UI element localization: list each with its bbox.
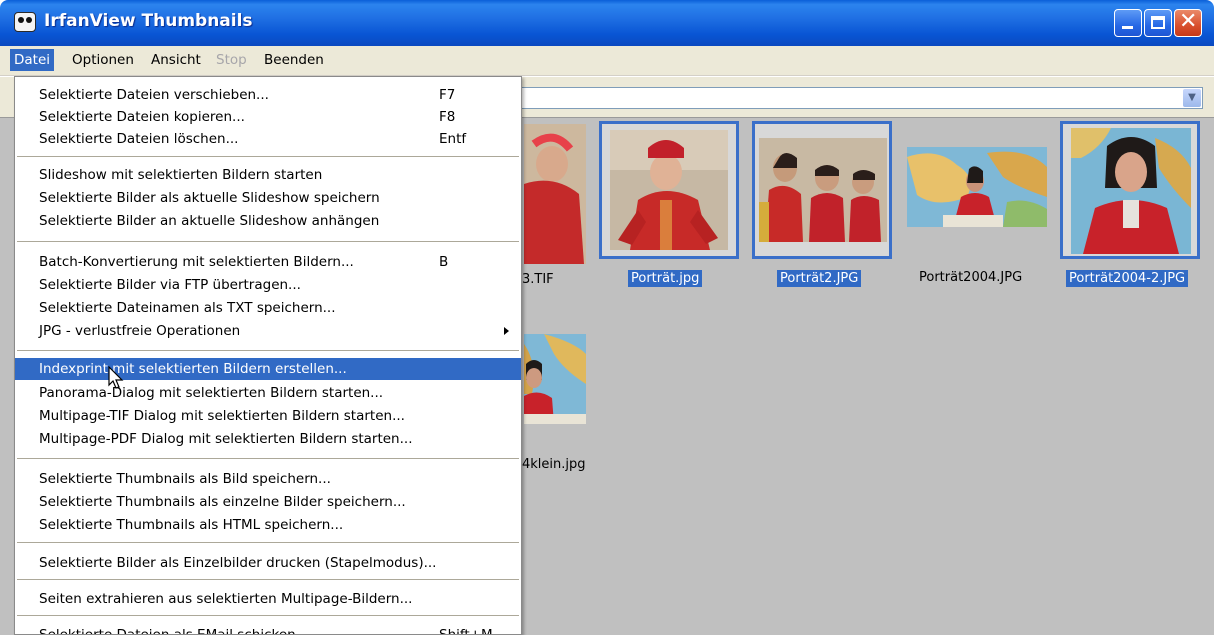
menu-item-multipage-tif[interactable]: Multipage-TIF Dialog mit selektierten Bi… — [15, 405, 521, 427]
menu-item-label: Seiten extrahieren aus selektierten Mult… — [39, 591, 413, 607]
menu-item-jpg-lossless[interactable]: JPG - verlustfreie Operationen — [15, 320, 521, 342]
submenu-arrow-icon — [504, 327, 509, 335]
menu-item-move-files[interactable]: Selektierte Dateien verschieben... F7 — [15, 84, 521, 106]
menu-item-ftp-upload[interactable]: Selektierte Bilder via FTP übertragen... — [15, 274, 521, 296]
minimize-icon — [1122, 26, 1133, 29]
menu-ansicht[interactable]: Ansicht — [151, 52, 201, 68]
datei-dropdown-menu: Selektierte Dateien verschieben... F7 Se… — [14, 76, 522, 635]
thumbnail-caption: Porträt2004-2.JPG — [1066, 270, 1189, 287]
folder-path-combobox[interactable]: ▼ — [519, 87, 1203, 109]
menu-item-send-email[interactable]: Selektierte Dateien als EMail schicken S… — [15, 624, 521, 635]
thumbnail-item[interactable] — [599, 121, 739, 259]
menu-item-label: Selektierte Dateien verschieben... — [39, 87, 269, 103]
menu-item-label: Selektierte Bilder als Einzelbilder druc… — [39, 555, 437, 571]
menu-item-print-batch[interactable]: Selektierte Bilder als Einzelbilder druc… — [15, 552, 521, 574]
menu-separator — [17, 615, 519, 617]
thumbnail-item[interactable] — [905, 121, 1047, 259]
thumbnail-caption: Porträt2.JPG — [777, 270, 862, 287]
window-title: IrfanView Thumbnails — [44, 11, 253, 31]
irfanview-app-icon[interactable] — [14, 12, 36, 32]
close-icon: ✕ — [1179, 9, 1198, 34]
menu-item-label: Multipage-PDF Dialog mit selektierten Bi… — [39, 431, 413, 447]
photo-portrait-image — [610, 130, 728, 250]
menu-item-label: Selektierte Bilder an aktuelle Slideshow… — [39, 213, 380, 229]
menu-item-batch-conversion[interactable]: Batch-Konvertierung mit selektierten Bil… — [15, 251, 521, 273]
menu-item-panorama[interactable]: Panorama-Dialog mit selektierten Bildern… — [15, 382, 521, 404]
maximize-icon — [1151, 16, 1165, 29]
shortcut-label: F7 — [439, 87, 456, 103]
menu-item-label: Selektierte Dateien löschen... — [39, 131, 239, 147]
menu-beenden[interactable]: Beenden — [264, 52, 324, 68]
shortcut-label: B — [439, 254, 449, 270]
menu-optionen[interactable]: Optionen — [72, 52, 134, 68]
menu-item-multipage-pdf[interactable]: Multipage-PDF Dialog mit selektierten Bi… — [15, 428, 521, 450]
thumbnail-caption: Porträt.jpg — [628, 270, 703, 287]
menu-item-indexprint[interactable]: Indexprint mit selektierten Bildern erst… — [15, 358, 521, 380]
photo-three-children-image — [759, 138, 887, 242]
mouse-cursor-icon — [108, 366, 124, 389]
menu-item-label: Selektierte Thumbnails als einzelne Bild… — [39, 494, 406, 510]
menu-item-label: Selektierte Dateinamen als TXT speichern… — [39, 300, 336, 316]
menu-item-save-thumbs-single[interactable]: Selektierte Thumbnails als einzelne Bild… — [15, 491, 521, 513]
menu-item-label: Selektierte Bilder via FTP übertragen... — [39, 277, 301, 293]
menu-item-label: JPG - verlustfreie Operationen — [39, 323, 241, 339]
photo-girl-world-map-image — [907, 147, 1047, 227]
maximize-button[interactable] — [1144, 9, 1172, 37]
thumbnail-caption: Porträt2004.JPG — [919, 270, 1023, 285]
menu-stop: Stop — [216, 52, 247, 68]
menu-item-label: Multipage-TIF Dialog mit selektierten Bi… — [39, 408, 405, 424]
chevron-down-icon[interactable]: ▼ — [1183, 89, 1201, 107]
menu-datei[interactable]: Datei — [10, 49, 55, 71]
menu-item-delete-files[interactable]: Selektierte Dateien löschen... Entf — [15, 128, 521, 150]
menu-item-save-slideshow[interactable]: Selektierte Bilder als aktuelle Slidesho… — [15, 187, 521, 209]
menu-item-copy-files[interactable]: Selektierte Dateien kopieren... F8 — [15, 106, 521, 128]
thumbnail-caption: 3.TIF — [522, 272, 554, 287]
menu-separator — [17, 156, 519, 158]
menu-item-save-filenames-txt[interactable]: Selektierte Dateinamen als TXT speichern… — [15, 297, 521, 319]
shortcut-label: F8 — [439, 109, 456, 125]
menu-item-label: Selektierte Bilder als aktuelle Slidesho… — [39, 190, 380, 206]
menu-item-label: Panorama-Dialog mit selektierten Bildern… — [39, 385, 384, 401]
menu-separator — [17, 350, 519, 352]
menu-item-label: Indexprint mit selektierten Bildern erst… — [39, 361, 347, 377]
minimize-button[interactable] — [1114, 9, 1142, 37]
menu-separator — [17, 458, 519, 460]
photo-girl-red-dress-image — [524, 124, 586, 264]
menu-item-save-thumbs-html[interactable]: Selektierte Thumbnails als HTML speicher… — [15, 514, 521, 536]
menu-item-append-slideshow[interactable]: Selektierte Bilder an aktuelle Slideshow… — [15, 210, 521, 232]
thumbnail-item[interactable] — [752, 121, 892, 259]
menu-bar: Datei Optionen Ansicht Stop Beenden — [0, 46, 1214, 76]
menu-item-label: Selektierte Thumbnails als Bild speicher… — [39, 471, 331, 487]
menu-separator — [17, 579, 519, 581]
shortcut-label: Entf — [439, 131, 467, 147]
menu-separator — [17, 542, 519, 544]
shortcut-label: Shift+M — [439, 627, 493, 635]
photo-girl-map-small-image — [524, 334, 586, 424]
menu-item-label: Batch-Konvertierung mit selektierten Bil… — [39, 254, 354, 270]
menu-item-extract-pages[interactable]: Seiten extrahieren aus selektierten Mult… — [15, 588, 521, 610]
menu-item-start-slideshow[interactable]: Slideshow mit selektierten Bildern start… — [15, 164, 521, 186]
menu-item-label: Selektierte Dateien als EMail schicken — [39, 627, 296, 635]
title-bar[interactable]: IrfanView Thumbnails ✕ — [0, 0, 1214, 46]
thumbnail-caption: 4klein.jpg — [522, 457, 586, 472]
menu-item-save-thumbs-image[interactable]: Selektierte Thumbnails als Bild speicher… — [15, 468, 521, 490]
menu-item-label: Selektierte Dateien kopieren... — [39, 109, 245, 125]
menu-separator — [17, 241, 519, 243]
menu-item-label: Selektierte Thumbnails als HTML speicher… — [39, 517, 344, 533]
photo-girl-portrait-image — [1071, 128, 1191, 254]
close-button[interactable]: ✕ — [1174, 9, 1202, 37]
thumbnail-item[interactable] — [1060, 121, 1200, 259]
menu-item-label: Slideshow mit selektierten Bildern start… — [39, 167, 323, 183]
